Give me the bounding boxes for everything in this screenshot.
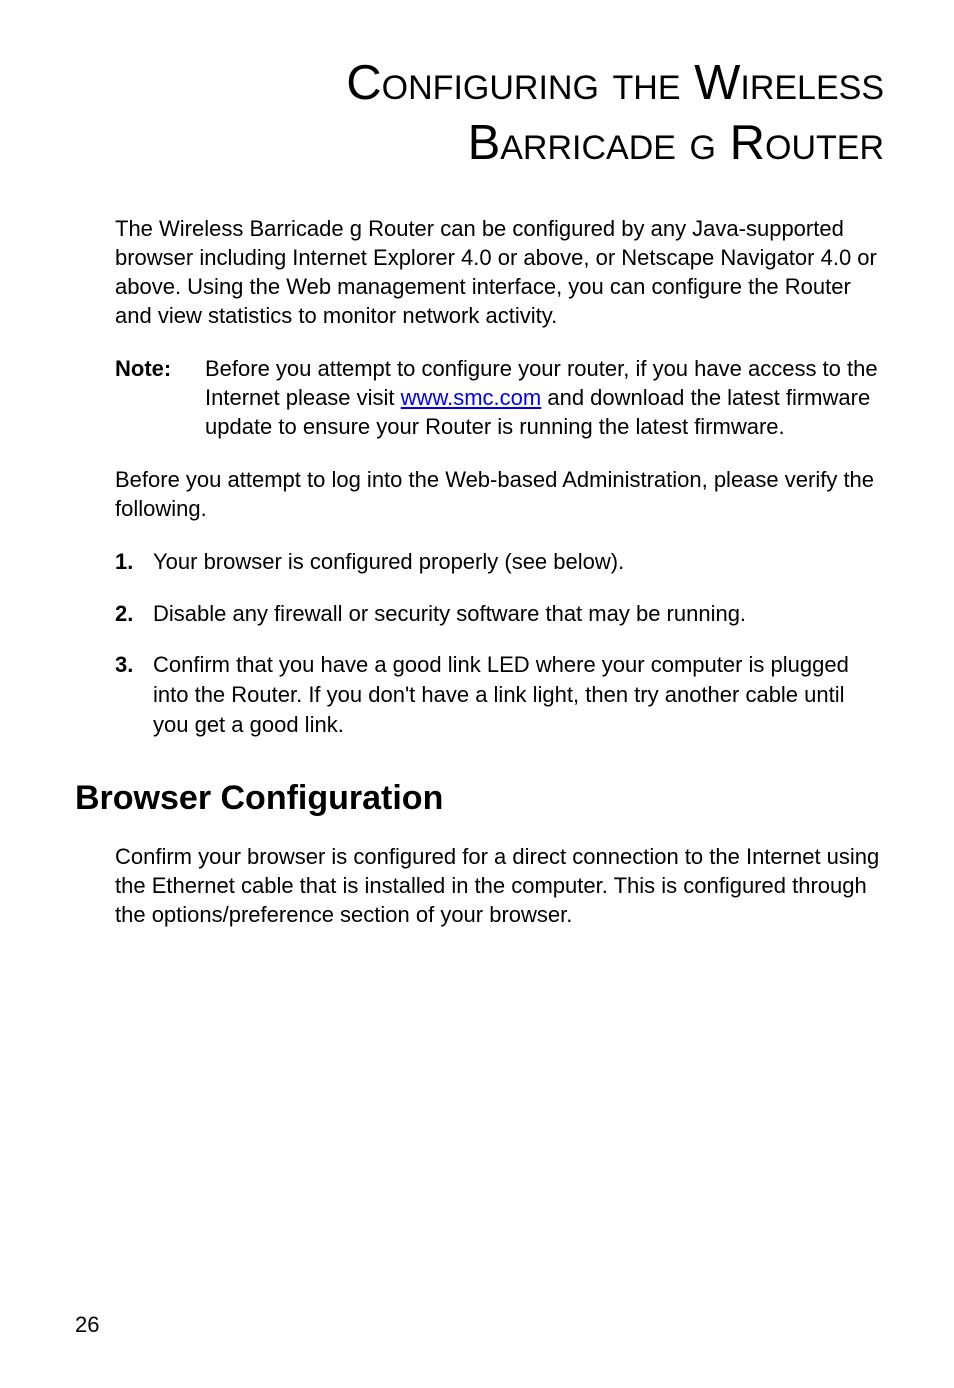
section-body: Confirm your browser is configured for a… [115, 842, 884, 929]
list-text: Disable any firewall or security softwar… [153, 599, 884, 629]
pre-list-paragraph: Before you attempt to log into the Web-b… [115, 465, 884, 523]
list-text: Confirm that you have a good link LED wh… [153, 650, 884, 739]
title-line-1: Configuring the Wireless [346, 56, 884, 110]
list-item: 3. Confirm that you have a good link LED… [115, 650, 884, 739]
note-link[interactable]: www.smc.com [401, 385, 542, 410]
note-label: Note: [115, 354, 205, 441]
chapter-title: Configuring the Wireless Barricade g Rou… [115, 54, 884, 174]
intro-paragraph: The Wireless Barricade g Router can be c… [115, 214, 884, 330]
list-item: 2. Disable any firewall or security soft… [115, 599, 884, 629]
note-text: Before you attempt to configure your rou… [205, 354, 884, 441]
list-number: 3. [115, 650, 153, 739]
list-number: 1. [115, 547, 153, 577]
list-number: 2. [115, 599, 153, 629]
list-text: Your browser is configured properly (see… [153, 547, 884, 577]
title-line-2: Barricade g Router [468, 116, 884, 170]
list-item: 1. Your browser is configured properly (… [115, 547, 884, 577]
page-number: 26 [75, 1312, 99, 1338]
section-heading: Browser Configuration [75, 779, 884, 818]
note-block: Note: Before you attempt to configure yo… [115, 354, 884, 441]
page: Configuring the Wireless Barricade g Rou… [0, 0, 954, 1388]
